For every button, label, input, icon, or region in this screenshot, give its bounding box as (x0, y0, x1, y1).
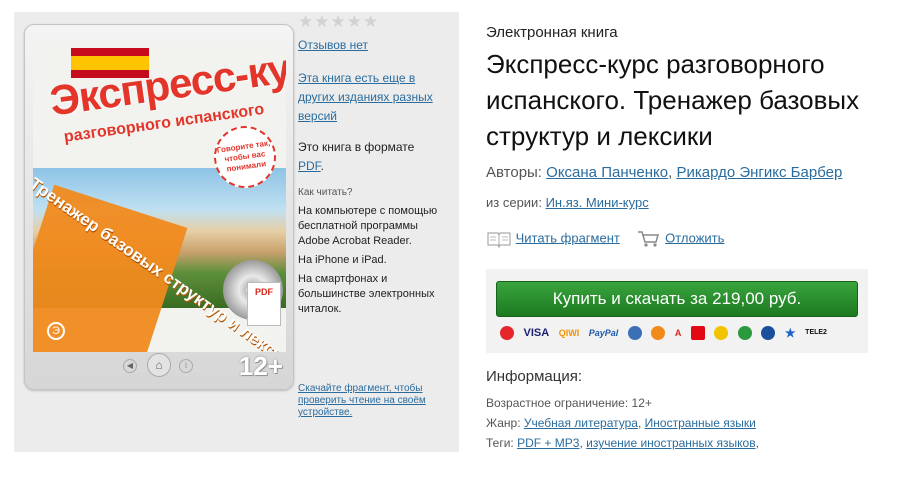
book-cover[interactable]: Экспресс-курс разговорного испанского Го… (33, 42, 286, 352)
genre-link[interactable]: Иностранные языки (645, 416, 756, 430)
other-editions-link[interactable]: Эта книга есть еще в других изданиях раз… (298, 71, 433, 123)
ebook-reader-frame: Экспресс-курс разговорного испанского Го… (24, 24, 294, 390)
author-link[interactable]: Оксана Панченко (546, 164, 668, 181)
open-book-icon (487, 232, 511, 248)
pdf-format-link[interactable]: PDF (298, 159, 321, 173)
prev-page-icon[interactable]: ◀ (123, 359, 137, 373)
yandex-money-icon (651, 326, 666, 340)
rating-stars[interactable]: ★★★★★ (298, 12, 438, 32)
book-type-label: Электронная книга (486, 24, 618, 41)
menu-dots-icon[interactable]: ⁝ (179, 359, 193, 373)
how-to-read-item: На компьютере с помощью бесплатной прогр… (298, 205, 438, 247)
authors-row: Авторы: Оксана Панченко, Рикардо Энгикс … (486, 164, 843, 181)
megafon-icon (737, 326, 752, 340)
tag-link[interactable]: PDF + MP3 (517, 436, 579, 450)
author-link[interactable]: Рикардо Энгикс Барбер (676, 164, 842, 181)
tags-row: Теги: PDF + MP3, изучение иностранных яз… (486, 436, 759, 450)
mts-icon (690, 326, 705, 340)
series-link[interactable]: Ин.яз. Мини-курс (546, 195, 649, 210)
how-to-read-item: На iPhone и iPad. (298, 254, 387, 266)
alfa-bank-icon: A (674, 328, 682, 338)
genre-row: Жанр: Учебная литература, Иностранные яз… (486, 416, 756, 430)
purchase-box: Купить и скачать за 219,00 руб. VISA QIW… (486, 269, 868, 353)
qiwi-icon: QIWI (558, 328, 580, 338)
download-sample-link[interactable]: Скачайте фрагмент, чтобы проверить чтени… (298, 383, 426, 418)
reader-controls: ◀ ⌂ ⁝ 12+ (25, 351, 295, 383)
postpone-link[interactable]: Отложить (665, 230, 724, 245)
info-heading: Информация: (486, 368, 583, 385)
book-title: Экспресс-курс разговорного испанского. Т… (486, 49, 860, 151)
reviews-link[interactable]: Отзывов нет (298, 38, 368, 52)
how-to-read-question: Как читать? (298, 187, 353, 198)
publisher-logo: Э (47, 322, 65, 340)
series-row: из серии: Ин.яз. Мини-курс (486, 195, 649, 210)
beeline-icon (714, 326, 729, 340)
buy-download-button[interactable]: Купить и скачать за 219,00 руб. (496, 281, 858, 317)
webmoney-icon (627, 326, 642, 340)
read-sample-link[interactable]: Читать фрагмент (516, 230, 620, 245)
tele2-icon: TELE2 (805, 329, 827, 336)
mastercard-icon (500, 326, 514, 340)
payment-methods: VISA QIWI PayPal A ★ TELE2 (500, 325, 834, 343)
paypal-icon: PayPal (588, 328, 619, 338)
home-icon[interactable]: ⌂ (147, 353, 171, 377)
how-to-read-item: На смартфонах и большинстве электронных … (298, 273, 435, 315)
cart-icon (638, 231, 660, 247)
genre-link[interactable]: Учебная литература (524, 416, 638, 430)
postpone-action[interactable]: Отложить (635, 230, 724, 248)
age-restriction-row: Возрастное ограничение: 12+ (486, 396, 652, 410)
format-text: Это книга в формате PDF. (298, 140, 415, 173)
read-sample-action[interactable]: Читать фрагмент (486, 230, 620, 248)
star-payment-icon: ★ (784, 326, 796, 340)
book-actions: Читать фрагмент Отложить (486, 230, 736, 248)
book-side-info-column: ★★★★★ Отзывов нет Эта книга есть еще в д… (298, 12, 438, 317)
visa-icon: VISA (523, 327, 550, 339)
pdf-icon: PDF (247, 282, 281, 326)
age-rating-badge: 12+ (238, 351, 283, 381)
tag-link[interactable]: изучение иностранных языков (586, 436, 755, 450)
bank-card-icon (761, 326, 776, 340)
